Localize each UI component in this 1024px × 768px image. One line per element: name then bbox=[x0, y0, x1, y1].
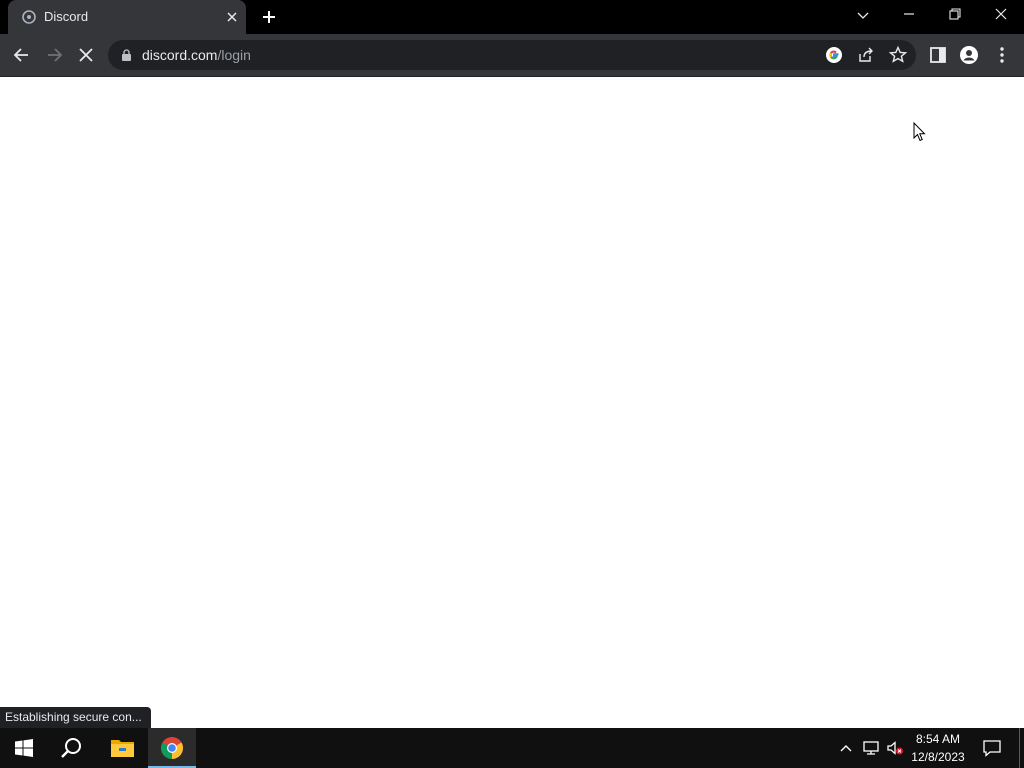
new-tab-icon[interactable] bbox=[260, 8, 278, 26]
start-icon[interactable] bbox=[14, 739, 34, 757]
status-bubble: Establishing secure con... bbox=[0, 707, 151, 728]
browser-titlebar: Discord bbox=[0, 0, 1024, 34]
clock-date[interactable]: 12/8/2023 bbox=[906, 750, 970, 764]
minimize-icon[interactable] bbox=[896, 4, 922, 26]
discord-favicon-icon bbox=[22, 10, 36, 24]
tab-discord[interactable]: Discord bbox=[8, 0, 246, 34]
google-lens-icon[interactable] bbox=[824, 45, 844, 65]
show-desktop-divider[interactable] bbox=[1019, 728, 1020, 768]
back-icon[interactable] bbox=[12, 45, 32, 65]
address-bar[interactable]: discord.com/login bbox=[108, 40, 916, 70]
url-domain: discord.com bbox=[142, 47, 218, 63]
taskbar: 8:54 AM 12/8/2023 bbox=[0, 728, 1024, 768]
taskbar-chrome-button[interactable] bbox=[148, 728, 196, 768]
url-text[interactable]: discord.com/login bbox=[142, 47, 251, 63]
profile-avatar-icon[interactable] bbox=[959, 45, 979, 65]
stop-loading-icon[interactable] bbox=[76, 45, 96, 65]
show-hidden-icons-icon[interactable] bbox=[838, 741, 854, 755]
file-explorer-icon[interactable] bbox=[110, 737, 135, 758]
close-window-icon[interactable] bbox=[988, 4, 1014, 26]
page-content bbox=[0, 77, 1024, 728]
side-panel-icon[interactable] bbox=[928, 45, 948, 65]
share-icon[interactable] bbox=[856, 45, 876, 65]
url-path: /login bbox=[217, 47, 251, 63]
tab-search-icon[interactable] bbox=[850, 4, 876, 26]
search-icon[interactable] bbox=[60, 736, 84, 760]
lock-icon[interactable] bbox=[121, 49, 132, 61]
notifications-icon[interactable] bbox=[982, 739, 1002, 757]
mouse-cursor-icon bbox=[913, 122, 926, 142]
clock-time[interactable]: 8:54 AM bbox=[906, 732, 970, 746]
chrome-menu-icon[interactable] bbox=[992, 45, 1012, 65]
browser-toolbar: discord.com/login bbox=[0, 34, 1024, 77]
volume-muted-icon[interactable] bbox=[886, 740, 904, 756]
tab-title: Discord bbox=[44, 9, 89, 24]
restore-icon[interactable] bbox=[942, 4, 968, 26]
network-icon[interactable] bbox=[862, 740, 880, 756]
forward-icon[interactable] bbox=[44, 45, 64, 65]
bookmark-star-icon[interactable] bbox=[888, 45, 908, 65]
chrome-icon bbox=[161, 737, 183, 759]
tab-close-icon[interactable] bbox=[224, 9, 240, 25]
